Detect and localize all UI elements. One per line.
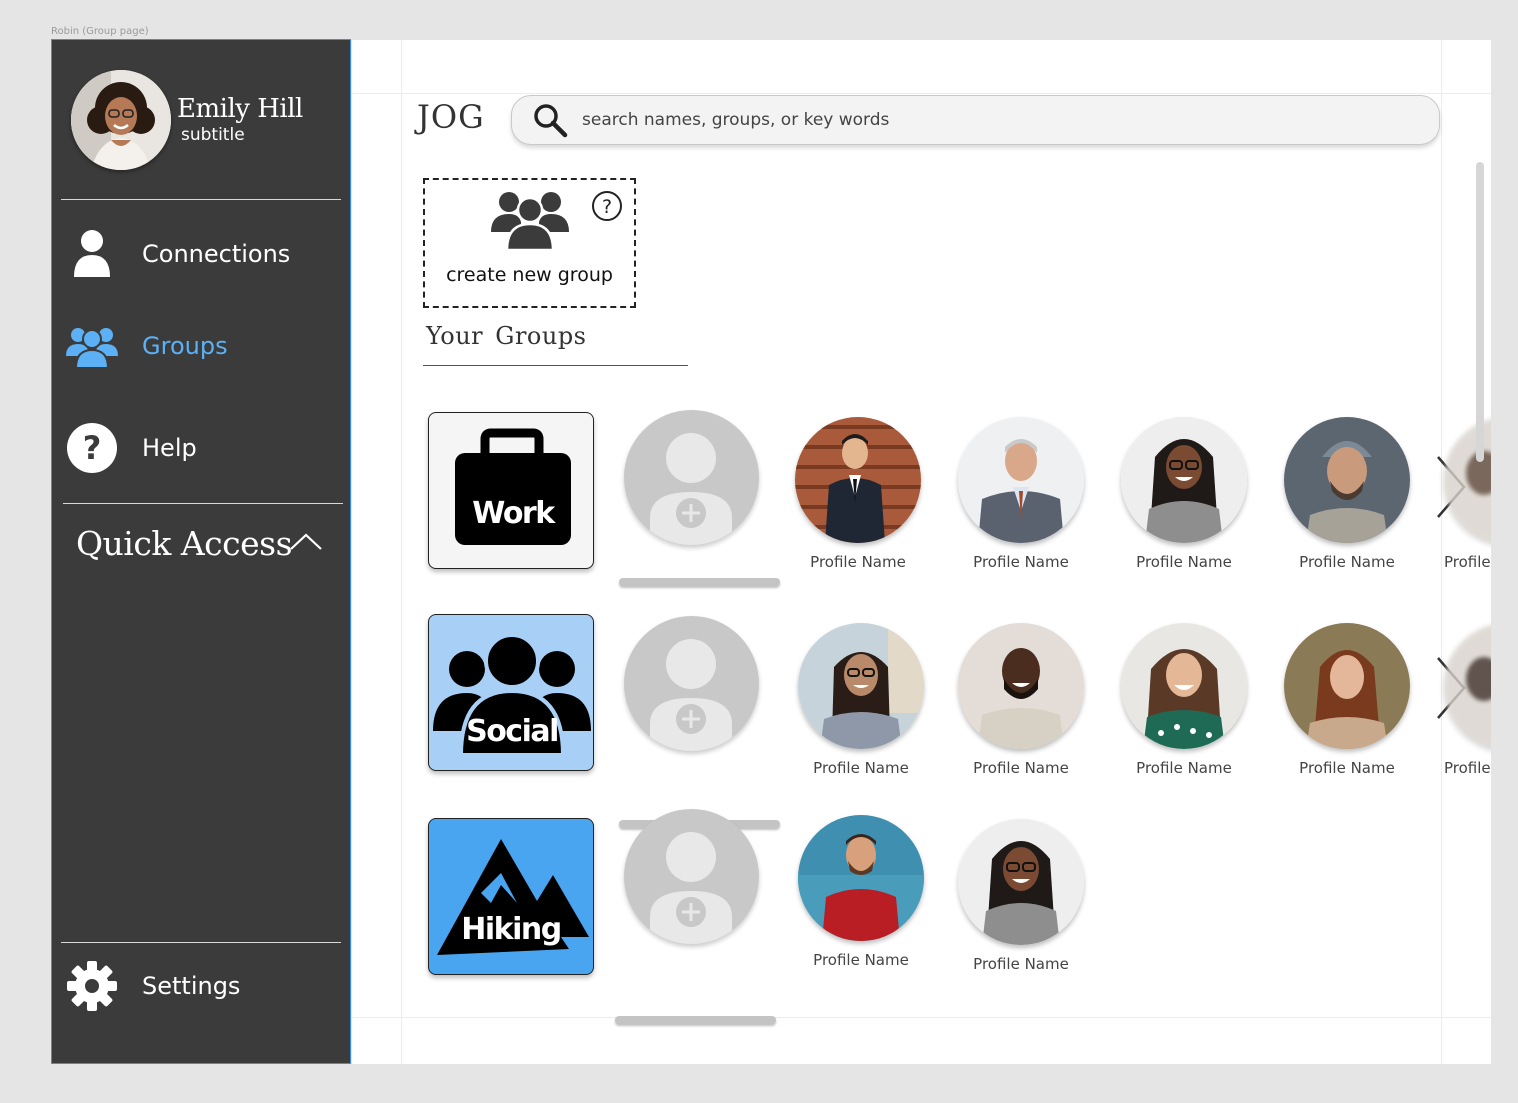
member-name: Profile Name xyxy=(1136,759,1232,777)
member-card[interactable]: Profile Name xyxy=(957,623,1085,777)
gear-icon xyxy=(66,960,118,1012)
nav-label-settings: Settings xyxy=(142,972,241,1000)
search-bar[interactable] xyxy=(511,95,1440,145)
member-card[interactable]: Profile Name xyxy=(957,417,1085,571)
add-member-bar xyxy=(615,1016,776,1024)
member-name: Profile Name xyxy=(1444,759,1491,777)
nav-item-help[interactable]: ? Help xyxy=(66,418,336,478)
section-underline xyxy=(423,365,688,366)
divider xyxy=(61,199,341,200)
main-canvas: JOG ? create new group Your Groups xyxy=(352,40,1491,1064)
layout-guide xyxy=(352,93,1491,94)
nav-item-connections[interactable]: Connections xyxy=(66,224,336,284)
add-member-button[interactable] xyxy=(624,410,759,545)
briefcase-icon: Work xyxy=(455,428,571,545)
groups-icon xyxy=(66,320,118,372)
group-name-work: Work xyxy=(472,496,556,531)
profile-photo xyxy=(798,815,924,941)
vertical-scrollbar[interactable] xyxy=(1476,162,1484,462)
profile-photo xyxy=(958,819,1084,945)
mountain-icon: Hiking xyxy=(437,839,589,955)
person-icon xyxy=(66,228,118,280)
nav-item-settings[interactable]: Settings xyxy=(66,956,336,1016)
member-name: Profile Name xyxy=(813,759,909,777)
member-name: Profile Name xyxy=(1136,553,1232,571)
sidebar: Emily Hill subtitle Connections Groups ?… xyxy=(51,39,351,1064)
nav-label-groups: Groups xyxy=(142,332,228,360)
search-icon[interactable] xyxy=(532,102,568,138)
help-icon: ? xyxy=(66,422,118,474)
divider xyxy=(63,503,343,504)
group-name-social: Social xyxy=(466,714,558,749)
profile-photo xyxy=(1121,417,1247,543)
member-card[interactable]: Profile Name xyxy=(797,815,925,969)
profile-photo xyxy=(1121,623,1247,749)
member-card[interactable]: Profile Name xyxy=(957,819,1085,973)
group-tile-work[interactable]: Work xyxy=(428,412,594,569)
help-circle-icon[interactable]: ? xyxy=(591,190,623,222)
member-card[interactable]: Profile Name xyxy=(1283,623,1411,777)
member-card-peek[interactable]: Profile Name xyxy=(1444,623,1491,777)
profile-photo xyxy=(958,623,1084,749)
avatar[interactable] xyxy=(71,70,171,170)
member-name: Profile Name xyxy=(1299,759,1395,777)
group-tile-hiking[interactable]: Hiking xyxy=(428,818,594,975)
user-profile[interactable]: Emily Hill subtitle xyxy=(71,70,351,170)
svg-text:?: ? xyxy=(83,429,102,467)
member-name: Profile Name xyxy=(1444,553,1491,571)
group-icon xyxy=(491,192,569,252)
add-person-icon xyxy=(650,433,732,545)
member-card[interactable]: Profile Name xyxy=(1120,623,1248,777)
layout-guide xyxy=(352,1017,1491,1018)
nav-label-help: Help xyxy=(142,434,197,462)
group-row-work: Work Profile Name Profile Name Profile N… xyxy=(352,408,1491,598)
frame-label: Robin (Group page) xyxy=(51,26,149,37)
group-tile-social[interactable]: Social xyxy=(428,614,594,771)
quick-access-title: Quick Access xyxy=(76,524,293,563)
member-card[interactable]: Profile Name xyxy=(794,417,922,571)
profile-photo xyxy=(795,417,921,543)
profile-photo xyxy=(1284,417,1410,543)
profile-photo xyxy=(1284,623,1410,749)
add-person-icon xyxy=(650,639,732,751)
member-card[interactable]: Profile Name xyxy=(1120,417,1248,571)
member-name: Profile Name xyxy=(973,759,1069,777)
search-input[interactable] xyxy=(582,110,1402,130)
add-member-button[interactable] xyxy=(624,809,759,944)
app-logo[interactable]: JOG xyxy=(417,98,485,136)
profile-photo xyxy=(958,417,1084,543)
profile-photo xyxy=(798,623,924,749)
member-name: Profile Name xyxy=(973,553,1069,571)
member-name: Profile Name xyxy=(973,955,1069,973)
create-group-button[interactable]: ? create new group xyxy=(423,178,636,308)
member-name: Profile Name xyxy=(813,951,909,969)
user-subtitle: subtitle xyxy=(181,125,245,145)
add-member-button[interactable] xyxy=(624,616,759,751)
add-person-icon xyxy=(650,832,732,944)
nav-item-groups[interactable]: Groups xyxy=(66,316,336,376)
chevron-up-icon[interactable] xyxy=(288,529,324,553)
create-group-label: create new group xyxy=(446,264,613,286)
group-row-social: Social Profile Name Profile Name Profile… xyxy=(352,614,1491,828)
member-name: Profile Name xyxy=(1299,553,1395,571)
svg-text:?: ? xyxy=(602,196,612,218)
user-name: Emily Hill xyxy=(177,94,303,124)
group-row-hiking: Hiking Profile Name Profile Name xyxy=(352,809,1491,1024)
people-icon: Social xyxy=(433,633,591,757)
add-member-bar xyxy=(619,578,780,586)
nav-label-connections: Connections xyxy=(142,240,291,268)
group-name-hiking: Hiking xyxy=(461,912,560,947)
member-name: Profile Name xyxy=(810,553,906,571)
section-title: Your Groups xyxy=(426,322,587,350)
divider xyxy=(61,942,341,943)
profile-photo xyxy=(1444,623,1491,749)
member-card[interactable]: Profile Name xyxy=(1283,417,1411,571)
member-card[interactable]: Profile Name xyxy=(797,623,925,777)
